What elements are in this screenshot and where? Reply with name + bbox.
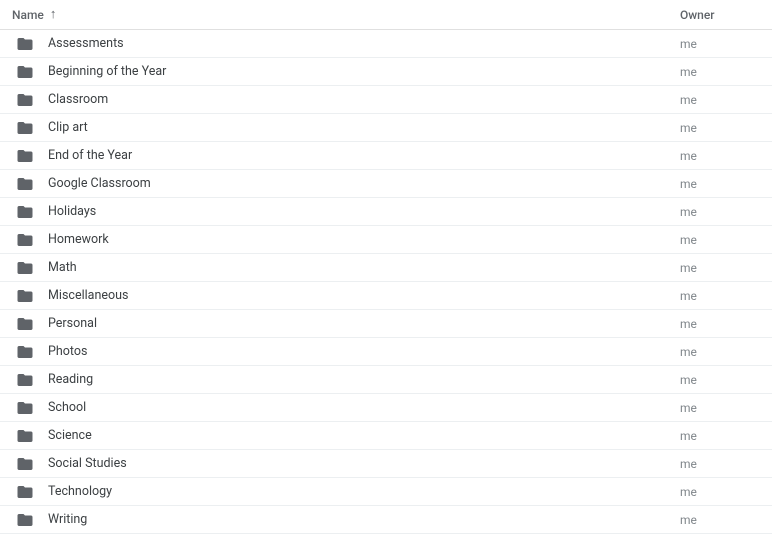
folder-cell: Social Studies [12, 455, 680, 473]
folder-name: Writing [48, 512, 87, 527]
folder-cell: Photos [12, 343, 680, 361]
table-row[interactable]: Photos me [0, 338, 772, 366]
table-row[interactable]: Miscellaneous me [0, 282, 772, 310]
owner-cell: me [680, 457, 760, 471]
folder-name: Technology [48, 484, 112, 499]
column-header-owner[interactable]: Owner [680, 8, 760, 22]
table-row[interactable]: Beginning of the Year me [0, 58, 772, 86]
folder-cell: Holidays [12, 203, 680, 221]
folder-icon [16, 315, 34, 333]
folder-name: Social Studies [48, 456, 127, 471]
table-row[interactable]: School me [0, 394, 772, 422]
folder-cell: Beginning of the Year [12, 63, 680, 81]
table-row[interactable]: Writing me [0, 506, 772, 534]
owner-cell: me [680, 93, 760, 107]
folder-cell: End of the Year [12, 147, 680, 165]
folder-icon [16, 287, 34, 305]
folder-icon [16, 91, 34, 109]
owner-cell: me [680, 261, 760, 275]
folder-cell: Technology [12, 483, 680, 501]
owner-cell: me [680, 233, 760, 247]
table-row[interactable]: Holidays me [0, 198, 772, 226]
name-header-label: Name [12, 8, 44, 22]
folder-icon [16, 35, 34, 53]
folder-icon [16, 371, 34, 389]
folder-name: Classroom [48, 92, 108, 107]
owner-cell: me [680, 317, 760, 331]
folder-cell: Clip art [12, 119, 680, 137]
folder-name: Holidays [48, 204, 96, 219]
folder-name: Google Classroom [48, 176, 151, 191]
folder-name: Assessments [48, 36, 124, 51]
owner-cell: me [680, 65, 760, 79]
owner-cell: me [680, 373, 760, 387]
owner-cell: me [680, 149, 760, 163]
owner-cell: me [680, 177, 760, 191]
rows-container: AssessmentsmeBeginning of the YearmeClas… [0, 30, 772, 534]
folder-cell: Homework [12, 231, 680, 249]
sort-arrow-up-icon: ↑ [50, 8, 57, 21]
folder-icon [16, 343, 34, 361]
folder-icon [16, 399, 34, 417]
file-list: Name ↑ Owner AssessmentsmeBeginning of t… [0, 0, 772, 534]
owner-cell: me [680, 429, 760, 443]
folder-cell: Classroom [12, 91, 680, 109]
folder-name: Miscellaneous [48, 288, 128, 303]
folder-cell: Science [12, 427, 680, 445]
folder-icon [16, 175, 34, 193]
folder-icon [16, 203, 34, 221]
owner-cell: me [680, 485, 760, 499]
folder-name: Science [48, 428, 92, 443]
table-row[interactable]: Google Classroom me [0, 170, 772, 198]
table-row[interactable]: End of the Year me [0, 142, 772, 170]
folder-name: Personal [48, 316, 97, 331]
folder-name: School [48, 400, 86, 415]
folder-cell: Miscellaneous [12, 287, 680, 305]
table-row[interactable]: Social Studies me [0, 450, 772, 478]
owner-cell: me [680, 401, 760, 415]
folder-name: Reading [48, 372, 93, 387]
table-row[interactable]: Math me [0, 254, 772, 282]
folder-name: Beginning of the Year [48, 64, 166, 79]
table-row[interactable]: Reading me [0, 366, 772, 394]
folder-cell: Reading [12, 371, 680, 389]
table-row[interactable]: Homework me [0, 226, 772, 254]
table-row[interactable]: Assessments me [0, 30, 772, 58]
column-header-name[interactable]: Name ↑ [12, 8, 680, 22]
folder-name: Homework [48, 232, 109, 247]
folder-name: Photos [48, 344, 87, 359]
folder-cell: Math [12, 259, 680, 277]
owner-cell: me [680, 289, 760, 303]
owner-cell: me [680, 205, 760, 219]
table-row[interactable]: Technology me [0, 478, 772, 506]
folder-cell: Personal [12, 315, 680, 333]
table-row[interactable]: Personal me [0, 310, 772, 338]
owner-cell: me [680, 37, 760, 51]
folder-cell: School [12, 399, 680, 417]
table-row[interactable]: Science me [0, 422, 772, 450]
table-row[interactable]: Clip art me [0, 114, 772, 142]
header-row: Name ↑ Owner [0, 0, 772, 30]
folder-name: End of the Year [48, 148, 132, 163]
folder-icon [16, 119, 34, 137]
folder-cell: Google Classroom [12, 175, 680, 193]
folder-cell: Assessments [12, 35, 680, 53]
folder-icon [16, 231, 34, 249]
owner-cell: me [680, 513, 760, 527]
owner-cell: me [680, 345, 760, 359]
folder-icon [16, 511, 34, 529]
folder-icon [16, 63, 34, 81]
folder-name: Math [48, 260, 77, 275]
folder-cell: Writing [12, 511, 680, 529]
folder-icon [16, 427, 34, 445]
owner-cell: me [680, 121, 760, 135]
folder-icon [16, 147, 34, 165]
folder-name: Clip art [48, 120, 88, 135]
folder-icon [16, 259, 34, 277]
folder-icon [16, 483, 34, 501]
table-row[interactable]: Classroom me [0, 86, 772, 114]
folder-icon [16, 455, 34, 473]
